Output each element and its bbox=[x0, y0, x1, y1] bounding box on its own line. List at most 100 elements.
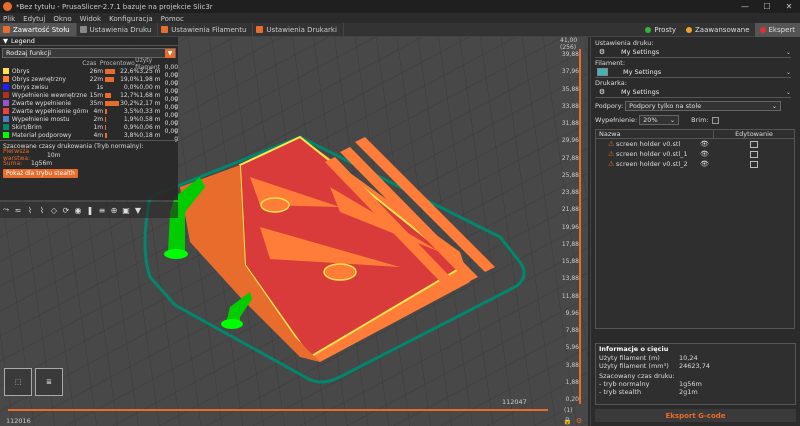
edit-icon[interactable] bbox=[750, 150, 758, 158]
legend-row[interactable]: Obrys zewnętrzny 22m 19,0% 1,98 m 0,00 g bbox=[0, 72, 178, 86]
chevron-down-icon: ⌄ bbox=[785, 88, 791, 96]
slice-info-row: Użyty filament (mm³) 24623,74 bbox=[599, 362, 711, 370]
menu-edit[interactable]: Edytuj bbox=[23, 15, 45, 23]
legend-row[interactable]: Obrys 26m 22,6% 3,25 m 0,00 g bbox=[0, 64, 178, 78]
layer-tick-label: 3,88 bbox=[565, 361, 579, 369]
window-title: *Bez tytułu - PrusaSlicer-2.7.1 bazuje n… bbox=[16, 2, 213, 11]
percent-bar bbox=[105, 132, 119, 138]
mode-simple[interactable]: Prosty bbox=[640, 23, 681, 37]
brim-checkbox[interactable] bbox=[711, 116, 719, 124]
legend-row[interactable]: Skirt/Brim 1m 0,9% 0,06 m 0,00 g bbox=[0, 120, 178, 134]
percent-bar bbox=[105, 92, 119, 98]
printer-select[interactable]: ⚙ My Settings ⌄ bbox=[595, 87, 791, 98]
eye-icon[interactable]: 👁 bbox=[700, 150, 750, 158]
layer-tick-label: 35,88 bbox=[561, 85, 579, 93]
chevron-down-icon: ⌄ bbox=[669, 116, 676, 124]
eye-icon[interactable]: 👁 bbox=[700, 160, 750, 168]
layer-tick-label: 37,96 bbox=[561, 68, 579, 76]
gear-icon bbox=[79, 26, 87, 33]
vertical-layer-slider[interactable]: 41,00 (256) 39,88 37,96 35,88 33,88 31,88 29,… bbox=[560, 37, 590, 426]
chevron-down-icon: ⌄ bbox=[785, 68, 791, 76]
print-settings-select[interactable]: ⚙ My Settings ⌄ bbox=[595, 47, 791, 58]
vertical-slider-top-value: 41,00 bbox=[560, 37, 578, 44]
horizontal-move-slider[interactable]: 112047 112016 bbox=[0, 398, 560, 425]
warning-icon: ⚠ bbox=[608, 150, 615, 158]
seam-icon[interactable]: ◇ bbox=[49, 205, 60, 216]
tab-bar: Zawartość Stołu Ustawienia Druku Ustawie… bbox=[0, 22, 800, 37]
mode-expert[interactable]: Ekspert bbox=[754, 22, 800, 37]
model-hole bbox=[260, 197, 290, 213]
infill-row: Wypełnienie: 20% ⌄ Brim: bbox=[591, 114, 800, 126]
center-of-gravity-icon[interactable]: ⊕ bbox=[109, 205, 120, 216]
show-stealth-button[interactable]: Pokaż dla trybu stealth bbox=[3, 169, 78, 178]
legend-row[interactable]: Zwarte wypełnienie 35m 30,2% 2,17 m 0,00 g bbox=[0, 96, 178, 110]
warning-icon: ⚠ bbox=[608, 140, 615, 148]
tab-plater[interactable]: Zawartość Stołu bbox=[0, 23, 77, 36]
close-icon[interactable]: ✕ bbox=[778, 2, 800, 11]
list-item[interactable]: ⚠ screen holder v0.stl 👁 bbox=[596, 139, 794, 149]
color-change-icon[interactable]: ◉ bbox=[73, 205, 84, 216]
minimize-icon[interactable]: — bbox=[734, 2, 756, 11]
filament-label: Filament: bbox=[595, 58, 626, 67]
filament-select[interactable]: My Settings ⌄ bbox=[595, 67, 791, 78]
menu-configuration[interactable]: Konfiguracja bbox=[109, 15, 153, 23]
color-swatch bbox=[3, 92, 9, 98]
legend-row[interactable]: Materiał podporowy 4m 3,8% 0,18 m 0,00 g bbox=[0, 128, 178, 142]
legend-header[interactable]: ▼ Legend bbox=[0, 37, 178, 46]
tab-filament-settings[interactable]: Ustawienia Filamentu bbox=[158, 23, 254, 36]
pause-icon[interactable]: ❚ bbox=[85, 205, 96, 216]
legend-row[interactable]: Zwarte wypełnienie górne 4m 3,5% 0,33 m 0,00… bbox=[0, 104, 178, 118]
infill-select[interactable]: 20% ⌄ bbox=[639, 115, 680, 125]
color-swatch bbox=[3, 76, 9, 82]
printer-icon bbox=[256, 26, 264, 33]
vertical-slider-track[interactable] bbox=[579, 49, 581, 404]
layer-tick-label: 0,20 bbox=[565, 396, 579, 403]
horizontal-slider-lower-value: 112016 bbox=[6, 417, 31, 425]
custom-gcode-icon[interactable]: ≡ bbox=[97, 205, 108, 216]
lock-icon[interactable]: 🔒 bbox=[563, 417, 572, 425]
3d-view-icon[interactable]: ⬚ bbox=[4, 368, 32, 396]
tool-change-icon[interactable]: ⟳ bbox=[61, 205, 72, 216]
slice-info-row: - tryb normalny 1g56m bbox=[599, 380, 702, 388]
slice-info-panel: Informacje o cięciu Użyty filament (m) 10… bbox=[595, 343, 796, 405]
chevron-down-icon: ⌄ bbox=[771, 102, 778, 110]
maximize-icon[interactable]: ☐ bbox=[756, 2, 778, 11]
mode-advanced[interactable]: Zaawansowane bbox=[681, 23, 755, 37]
mode-switcher: Prosty Zaawansowane Ekspert bbox=[640, 22, 800, 37]
menu-view[interactable]: Widok bbox=[80, 15, 102, 23]
edit-icon[interactable] bbox=[750, 160, 758, 168]
object-list: Nazwa Edytowanie ⚠ screen holder v0.stl 👁 ⚠… bbox=[595, 129, 795, 329]
eye-icon[interactable]: 👁 bbox=[700, 140, 750, 148]
preview-layers-icon[interactable]: ≣ bbox=[35, 368, 63, 396]
tab-print-settings[interactable]: Ustawienia Druku bbox=[77, 23, 159, 36]
menu-file[interactable]: Plik bbox=[3, 15, 15, 23]
settings-cog-icon[interactable]: ⚙ bbox=[576, 417, 582, 425]
window-controls: — ☐ ✕ bbox=[734, 2, 800, 11]
vertical-slider-top-layer: (256) bbox=[560, 44, 577, 51]
menu-window[interactable]: Okno bbox=[53, 15, 71, 23]
horizontal-slider-track[interactable] bbox=[8, 409, 548, 411]
list-item[interactable]: ⚠ screen holder v0.stl_1 👁 bbox=[596, 149, 794, 159]
menu-help[interactable]: Pomoc bbox=[161, 15, 184, 23]
layer-tick-label: 11,88 bbox=[561, 292, 579, 300]
gear-icon[interactable]: ⚙ bbox=[595, 48, 609, 57]
travel-icon[interactable]: ⤳ bbox=[1, 205, 12, 216]
export-gcode-button[interactable]: Eksport G-code bbox=[595, 409, 796, 422]
shells-icon[interactable]: ▣ bbox=[121, 205, 132, 216]
filament-color-swatch[interactable] bbox=[597, 68, 608, 76]
legend-row[interactable]: Wypełnienie wewnętrzne 15m 12,7% 1,68 m 0,00… bbox=[0, 88, 178, 102]
tool-marker-icon[interactable]: ▼ bbox=[133, 205, 144, 216]
gear-icon[interactable]: ⚙ bbox=[595, 88, 609, 97]
tab-printer-settings[interactable]: Ustawienia Drukarki bbox=[253, 23, 344, 36]
legend-row[interactable]: Wypełnienie mostu 2m 1,9% 0,58 m 0,00 g bbox=[0, 112, 178, 126]
legend-row[interactable]: Obrys zwisu 1s 0,0% 0,00 m 0,00 g bbox=[0, 80, 178, 94]
wipe-icon[interactable]: ≈ bbox=[13, 205, 24, 216]
supports-select[interactable]: Podpory tylko na stole ⌄ bbox=[625, 101, 782, 111]
edit-icon[interactable] bbox=[750, 140, 758, 148]
percent-bar bbox=[105, 124, 119, 130]
retraction-icon[interactable]: ⌇ bbox=[25, 205, 36, 216]
deretraction-icon[interactable]: ⌇ bbox=[37, 205, 48, 216]
slice-info-row: Użyty filament (m) 10,24 bbox=[599, 354, 698, 362]
percent-bar bbox=[105, 76, 119, 82]
list-item[interactable]: ⚠ screen holder v0.stl_2 👁 bbox=[596, 159, 794, 169]
